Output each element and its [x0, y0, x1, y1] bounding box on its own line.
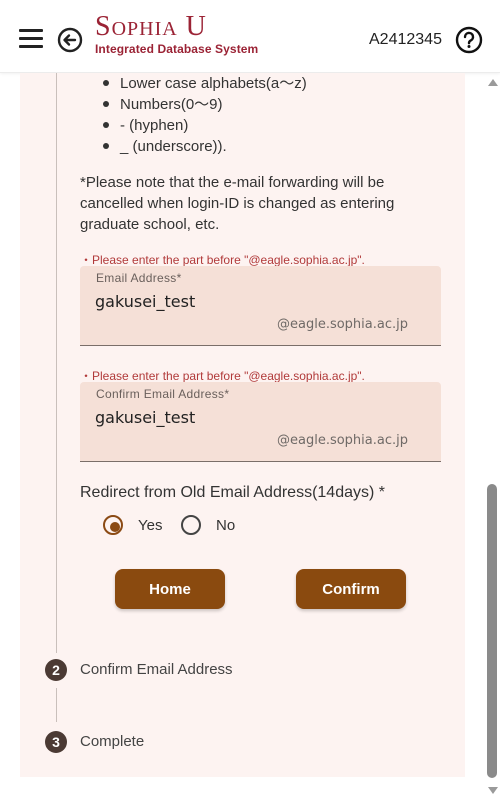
- email-field[interactable]: Email Address* @eagle.sophia.ac.jp: [80, 266, 441, 346]
- app-header: Sophia U Integrated Database System A241…: [0, 0, 500, 73]
- list-item: Numbers(0～9): [102, 94, 307, 115]
- step-connector-line: [56, 688, 57, 722]
- email-input[interactable]: [95, 290, 415, 313]
- sophia-logo[interactable]: Sophia U Integrated Database System: [95, 11, 259, 57]
- confirm-button[interactable]: Confirm: [296, 569, 406, 609]
- radio-label-yes: Yes: [138, 517, 163, 534]
- confirm-email-field-label: Confirm Email Address*: [96, 387, 230, 401]
- help-circle-icon[interactable]: [455, 26, 483, 54]
- email-domain-suffix: @eagle.sophia.ac.jp: [277, 317, 408, 332]
- scrollbar[interactable]: [484, 73, 500, 800]
- email-field-label: Email Address*: [96, 271, 182, 285]
- radio-label-no: No: [216, 517, 236, 534]
- step-number-3: 3: [45, 731, 67, 753]
- radio-unchecked-icon[interactable]: [181, 515, 201, 535]
- redirect-label: Redirect from Old Email Address(14days) …: [80, 484, 385, 501]
- step-number-2: 2: [45, 659, 67, 681]
- scroll-down-arrow-icon[interactable]: [488, 787, 498, 794]
- home-button[interactable]: Home: [115, 569, 225, 609]
- radio-checked-icon[interactable]: [103, 515, 123, 535]
- list-item: - (hyphen): [102, 115, 307, 136]
- logo-subtitle: Integrated Database System: [95, 42, 259, 56]
- confirm-email-domain-suffix: @eagle.sophia.ac.jp: [277, 433, 408, 448]
- allowed-characters-list: Lower case alphabets(a～z) Numbers(0～9) -…: [102, 73, 307, 157]
- redirect-yes-radio[interactable]: Yes: [103, 515, 173, 537]
- scroll-thumb[interactable]: [487, 484, 497, 778]
- step-label-complete: Complete: [80, 733, 145, 750]
- confirm-email-input[interactable]: [95, 406, 415, 429]
- forwarding-note: *Please note that the e-mail forwarding …: [80, 174, 395, 233]
- confirm-email-field[interactable]: Confirm Email Address* @eagle.sophia.ac.…: [80, 382, 441, 462]
- step-connector-line: [56, 73, 57, 653]
- step-label-confirm-email: Confirm Email Address: [80, 661, 233, 678]
- user-id: A2412345: [369, 31, 442, 48]
- list-item: Lower case alphabets(a～z): [102, 73, 307, 94]
- logo-title: Sophia U: [95, 11, 207, 42]
- hamburger-menu-icon[interactable]: [19, 29, 43, 49]
- redirect-no-radio[interactable]: No: [181, 515, 251, 537]
- scroll-up-arrow-icon[interactable]: [488, 79, 498, 86]
- list-item: _ (underscore)).: [102, 136, 307, 157]
- back-arrow-circle-icon[interactable]: [57, 27, 83, 53]
